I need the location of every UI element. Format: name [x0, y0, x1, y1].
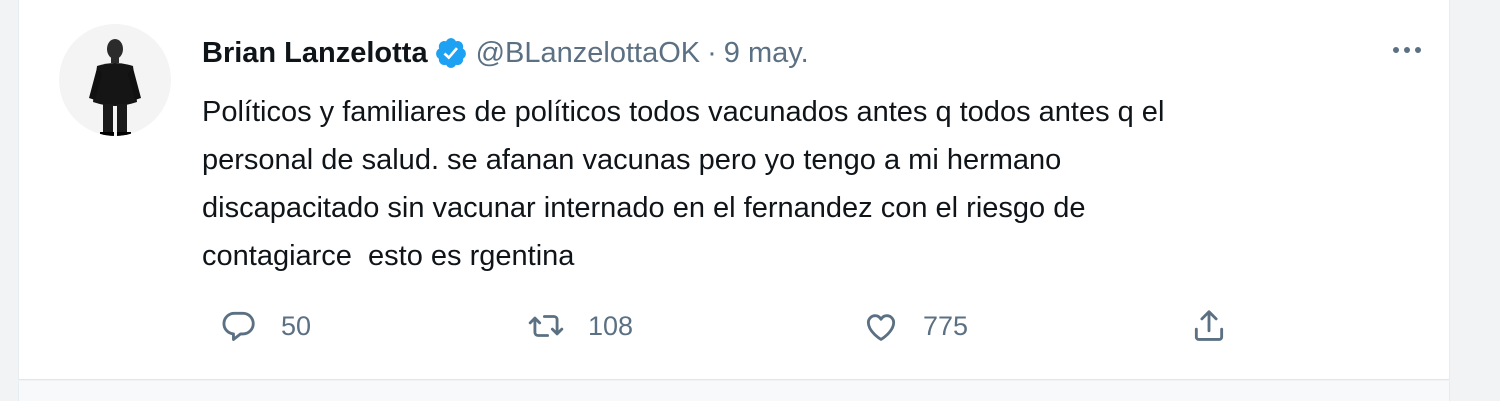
tweet-actions: 50 108 775: [202, 300, 1262, 352]
tweet-date[interactable]: 9 may.: [724, 37, 809, 70]
tweet-text-line: discapacitado sin vacunar internado en e…: [202, 192, 1086, 224]
like-count: 775: [923, 310, 969, 341]
tweet-header: Brian Lanzelotta @BLanzelottaOK · 9 may.: [202, 33, 809, 73]
reply-count: 50: [281, 310, 312, 341]
retweet-button[interactable]: 108: [527, 300, 633, 352]
author-handle[interactable]: @BLanzelottaOK: [476, 37, 701, 70]
avatar-image: [59, 24, 171, 136]
verified-badge-icon: [434, 36, 468, 70]
share-button[interactable]: [1190, 300, 1228, 352]
reply-icon: [222, 311, 255, 341]
reply-button[interactable]: 50: [220, 300, 311, 352]
author-display-name[interactable]: Brian Lanzelotta: [202, 37, 428, 70]
retweet-icon: [528, 315, 564, 337]
tweet-card[interactable]: Brian Lanzelotta @BLanzelottaOK · 9 may.…: [18, 0, 1450, 380]
tweet-text: Políticos y familiares de políticos todo…: [202, 88, 1412, 280]
separator-dot: ·: [707, 36, 717, 69]
more-icon[interactable]: [1385, 32, 1429, 68]
tweet-text-line: contagiarce esto es rgentina: [202, 240, 575, 272]
like-button[interactable]: 775: [862, 300, 968, 352]
avatar[interactable]: [59, 24, 171, 136]
like-icon: [866, 314, 896, 341]
tweet-text-line: Políticos y familiares de políticos todo…: [202, 96, 1165, 128]
retweet-count: 108: [588, 310, 634, 341]
next-tweet-edge: [18, 381, 1450, 401]
tweet-text-line: personal de salud. se afanan vacunas per…: [202, 144, 1062, 176]
share-icon: [1194, 310, 1224, 341]
